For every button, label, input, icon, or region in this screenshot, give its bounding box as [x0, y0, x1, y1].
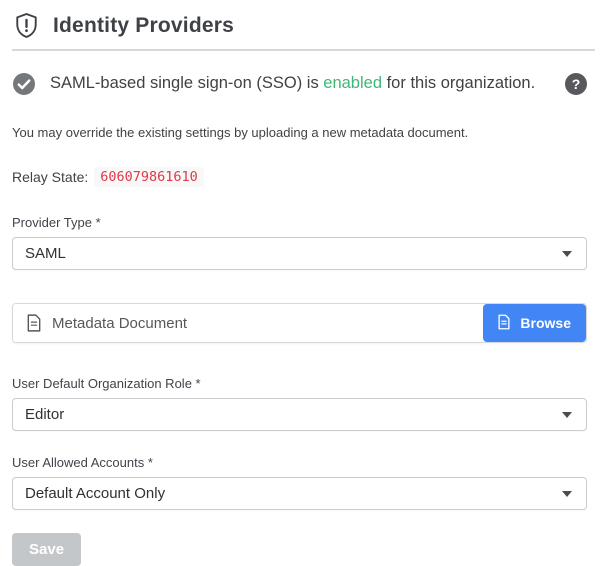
sso-status-row: SAML-based single sign-on (SSO) is enabl…	[12, 72, 587, 96]
status-text-after: for this organization.	[382, 74, 535, 92]
browse-button-label: Browse	[520, 315, 571, 331]
chevron-down-icon	[562, 412, 572, 418]
status-text-before: SAML-based single sign-on (SSO) is	[50, 74, 323, 92]
relay-state-label: Relay State:	[12, 169, 88, 185]
metadata-document-input[interactable]: Metadata Document Browse	[12, 303, 587, 343]
check-circle-icon	[12, 72, 36, 96]
browse-file-icon	[498, 314, 512, 332]
help-question-icon[interactable]: ?	[565, 73, 587, 95]
chevron-down-icon	[562, 251, 572, 257]
shield-exclamation-icon	[13, 12, 40, 39]
user-allowed-accounts-label: User Allowed Accounts *	[12, 455, 587, 470]
user-default-org-role-label: User Default Organization Role *	[12, 376, 587, 391]
identity-providers-page: Identity Providers SAML-based single sig…	[0, 0, 600, 566]
page-header: Identity Providers	[12, 8, 595, 51]
user-default-org-role-value: Editor	[25, 406, 562, 423]
save-button[interactable]: Save	[12, 533, 81, 566]
user-default-org-role-select[interactable]: Editor	[12, 398, 587, 431]
sso-status-text: SAML-based single sign-on (SSO) is enabl…	[50, 73, 535, 94]
provider-type-group: Provider Type * SAML	[12, 215, 587, 270]
user-allowed-accounts-select[interactable]: Default Account Only	[12, 477, 587, 510]
user-allowed-accounts-value: Default Account Only	[25, 485, 562, 502]
relay-state-row: Relay State: 606079861610	[12, 167, 587, 187]
file-document-icon	[27, 314, 41, 332]
override-note: You may override the existing settings b…	[12, 125, 587, 140]
page-title: Identity Providers	[53, 14, 234, 38]
user-allowed-accounts-group: User Allowed Accounts * Default Account …	[12, 455, 587, 510]
relay-state-value: 606079861610	[94, 167, 204, 187]
provider-type-label: Provider Type *	[12, 215, 587, 230]
metadata-document-placeholder: Metadata Document	[52, 315, 187, 332]
status-enabled-highlight: enabled	[323, 74, 382, 92]
provider-type-select[interactable]: SAML	[12, 237, 587, 270]
chevron-down-icon	[562, 491, 572, 497]
provider-type-value: SAML	[25, 245, 562, 262]
user-default-org-role-group: User Default Organization Role * Editor	[12, 376, 587, 431]
browse-button[interactable]: Browse	[483, 304, 586, 342]
metadata-document-label-area: Metadata Document	[13, 304, 483, 342]
